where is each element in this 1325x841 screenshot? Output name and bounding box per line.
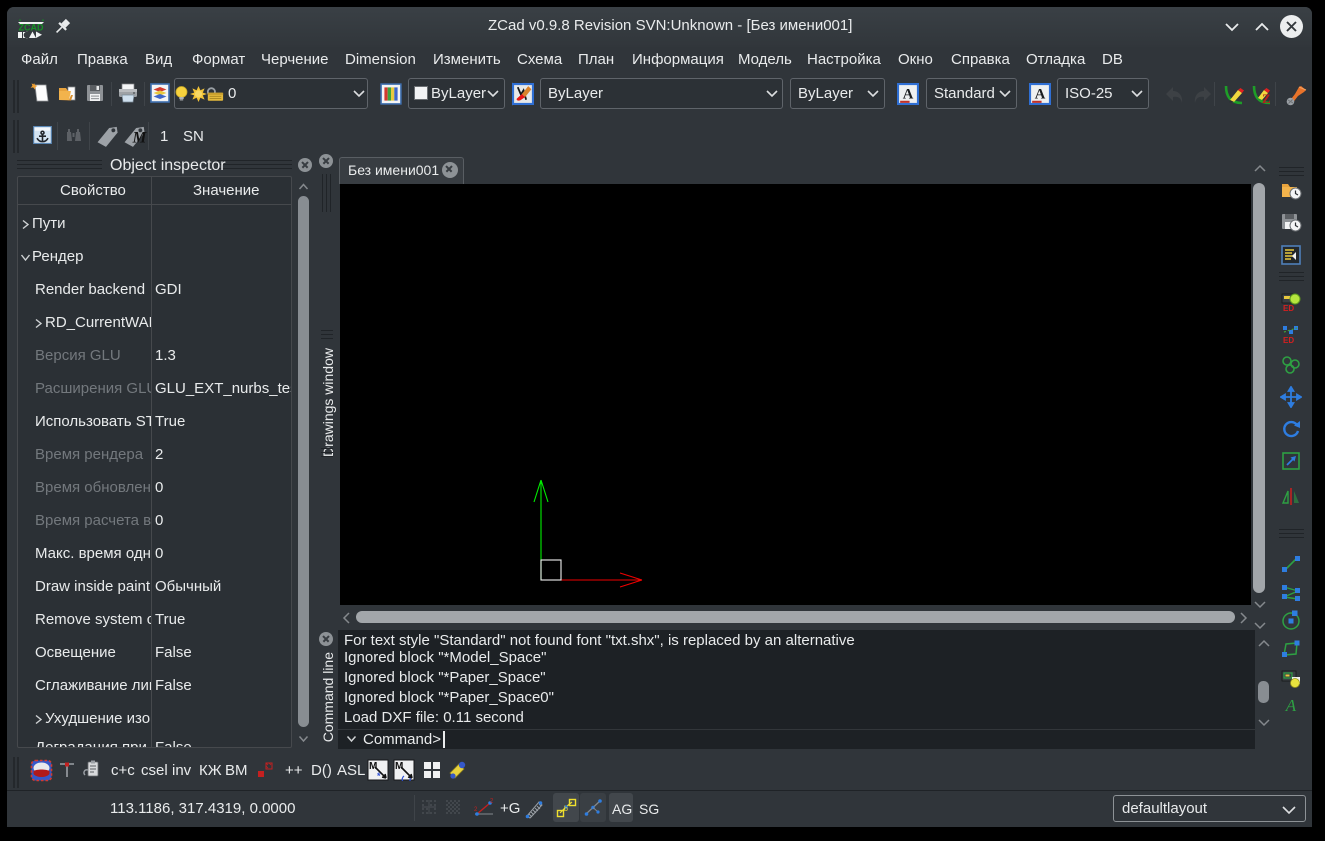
svg-text:2: 2 (474, 807, 478, 813)
svg-text:M: M (132, 130, 147, 147)
svg-text:A: A (1035, 87, 1046, 103)
svg-text:ED: ED (1283, 336, 1294, 345)
svg-text:*: * (377, 771, 381, 781)
svg-text:A: A (903, 87, 914, 103)
svg-text:ZCAD: ZCAD (19, 23, 44, 33)
svg-text:ED: ED (1283, 304, 1294, 313)
svg-text:b: b (564, 806, 568, 813)
svg-text:2: 2 (490, 799, 494, 805)
svg-text:Z: Z (1262, 91, 1271, 106)
svg-text:A: A (1285, 696, 1297, 715)
svg-text:M: M (395, 761, 403, 772)
